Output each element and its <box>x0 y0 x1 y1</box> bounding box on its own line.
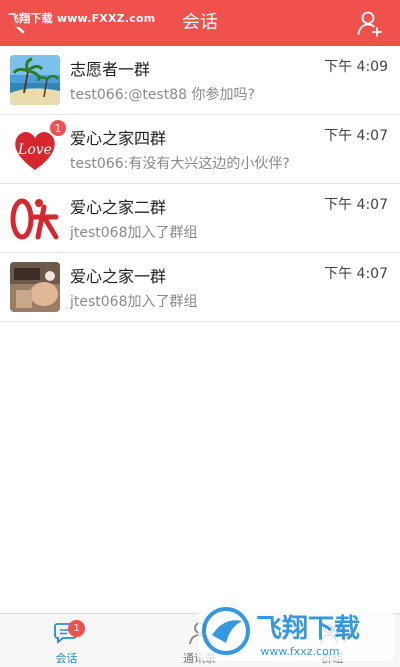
logo-text: 飞翔下载 <box>256 614 360 644</box>
beach-avatar-image <box>10 55 60 105</box>
tab-conversations[interactable]: 1 会话 <box>0 614 133 667</box>
conversation-row[interactable]: 爱心之家二群 下午 4:07 jtest068加入了群组 <box>0 184 400 253</box>
conversation-preview: jtest068加入了群组 <box>70 225 198 241</box>
conversation-time: 下午 4:07 <box>324 128 388 144</box>
unread-badge: 1 <box>49 119 67 137</box>
tab-label: 会话 <box>55 652 78 665</box>
conversation-row[interactable]: Love 1 爱心之家四群 下午 4:07 test066:有没有大兴这边的小伙… <box>0 115 400 184</box>
add-user-icon[interactable] <box>356 9 384 37</box>
conversation-preview: test066:@test88 你参加吗? <box>70 87 255 103</box>
group-avatar <box>10 193 60 243</box>
group-avatar <box>10 262 60 312</box>
conversation-time: 下午 4:09 <box>324 59 388 75</box>
conversation-name: 志愿者一群 <box>70 60 151 79</box>
conversation-time: 下午 4:07 <box>324 197 388 213</box>
tab-unread-badge: 1 <box>68 620 85 637</box>
top-bar: 飞翔下载 www.FXXZ.com 会话 <box>0 0 400 46</box>
conversation-name: 爱心之家一群 <box>70 267 167 286</box>
conversation-row[interactable]: 志愿者一群 下午 4:09 test066:@test88 你参加吗? <box>0 46 400 115</box>
conversation-name: 爱心之家四群 <box>70 129 167 148</box>
conversation-row[interactable]: 爱心之家一群 下午 4:07 jtest068加入了群组 <box>0 253 400 322</box>
conversation-list: 志愿者一群 下午 4:09 test066:@test88 你参加吗? Love… <box>0 46 400 322</box>
conversation-name: 爱心之家二群 <box>70 198 167 217</box>
conversation-time: 下午 4:07 <box>324 266 388 282</box>
page-title: 会话 <box>182 12 218 33</box>
logo-url: www.fxxz.com <box>260 645 339 658</box>
love-logo-mark: Love <box>17 142 52 158</box>
site-logo-watermark: 飞翔下载 www.fxxz.com <box>198 601 394 661</box>
red-logo-avatar-image <box>10 193 60 243</box>
photo-avatar-image <box>10 262 60 312</box>
conversation-preview: test066:有没有大兴这边的小伙伴? <box>70 156 290 172</box>
conversation-preview: jtest068加入了群组 <box>70 294 198 310</box>
group-avatar <box>10 55 60 105</box>
